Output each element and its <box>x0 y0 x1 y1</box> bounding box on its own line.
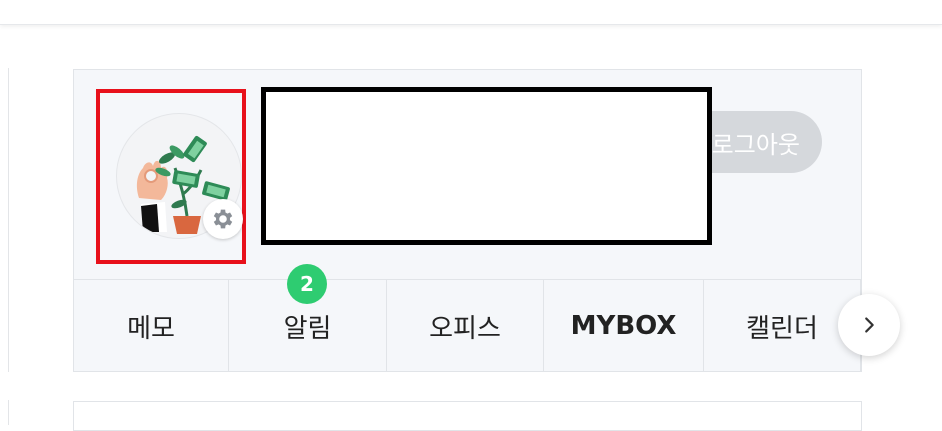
tab-label: 오피스 <box>429 313 501 344</box>
left-panel-edge <box>0 68 9 372</box>
next-card <box>73 401 862 431</box>
gear-icon <box>213 209 233 229</box>
profile-area: 로그아웃 <box>74 70 861 279</box>
left-panel-edge-lower <box>0 400 9 425</box>
account-card: 로그아웃 메모 알림 오피스 MYBOX 캘린더 2 <box>73 69 862 372</box>
redacted-user-info <box>261 87 712 245</box>
tab-mybox[interactable]: MYBOX <box>544 280 704 372</box>
top-bar <box>0 0 942 25</box>
avatar-highlight <box>96 89 246 264</box>
tab-label: 메모 <box>127 313 175 344</box>
tab-label: 캘린더 <box>746 313 818 344</box>
tab-memo[interactable]: 메모 <box>74 280 229 372</box>
next-tabs-button[interactable] <box>838 294 900 356</box>
notification-count-badge: 2 <box>287 264 327 304</box>
chevron-right-icon <box>865 317 874 333</box>
profile-settings-button[interactable] <box>203 199 243 239</box>
tab-office[interactable]: 오피스 <box>387 280 544 372</box>
tab-label: MYBOX <box>570 311 677 341</box>
tab-label: 알림 <box>283 313 332 344</box>
shortcut-tabs: 메모 알림 오피스 MYBOX 캘린더 2 <box>74 264 861 372</box>
